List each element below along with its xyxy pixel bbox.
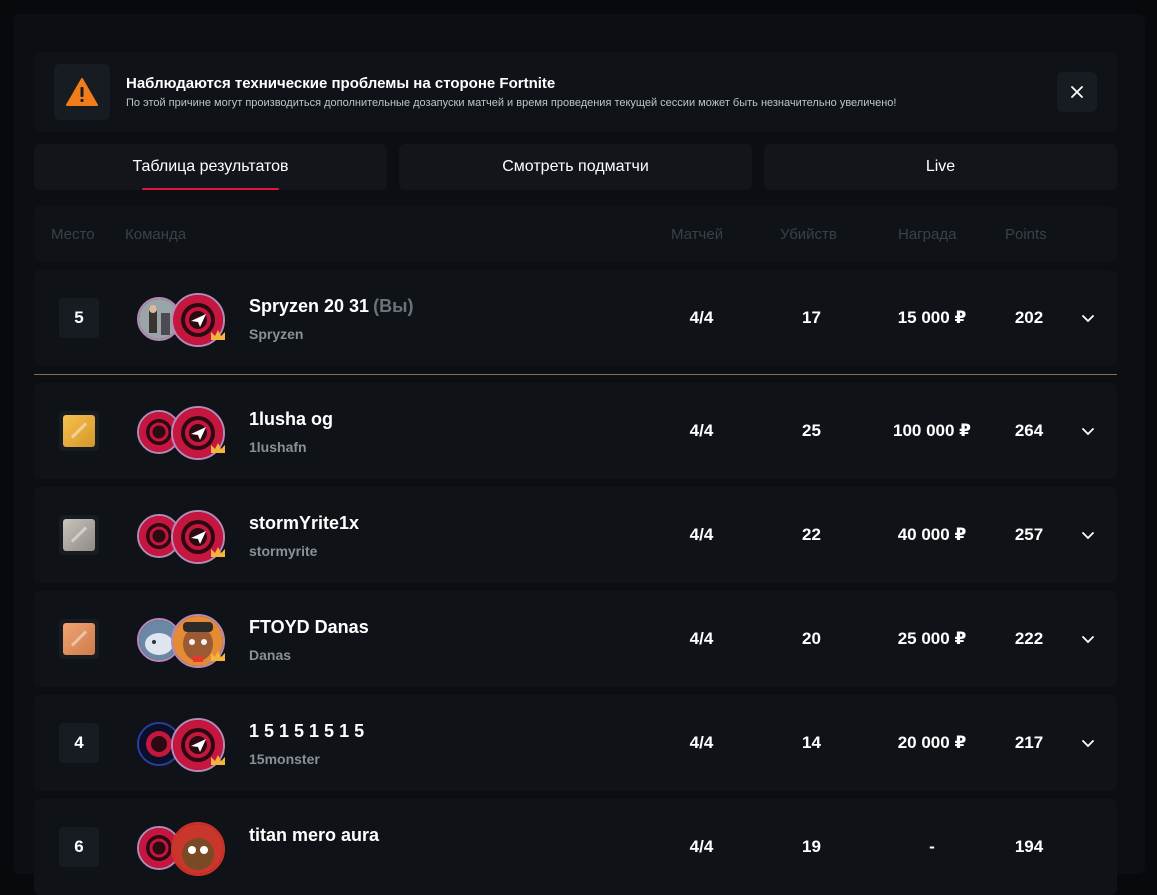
- prize-value: 100 000 ₽: [892, 421, 971, 440]
- team-avatars: [137, 293, 237, 347]
- gold-medal-icon: [63, 415, 95, 447]
- tab-live[interactable]: Live: [764, 144, 1117, 190]
- kills-value: 14: [802, 733, 821, 752]
- tab-results-label: Таблица результатов: [132, 158, 289, 175]
- rank-badge: 4: [59, 723, 99, 763]
- matches-value: 4/4: [689, 629, 714, 648]
- team-name-text: Spryzen 20 31: [249, 296, 370, 316]
- kills-value: 25: [802, 421, 821, 440]
- team-avatars: [137, 614, 237, 668]
- tab-submatches[interactable]: Смотреть подматчи: [399, 144, 752, 190]
- header-kills: Убийств: [780, 226, 837, 243]
- prize-value: 20 000 ₽: [897, 733, 967, 752]
- header-points: Points: [1005, 226, 1047, 243]
- chevron-down-icon[interactable]: [1080, 631, 1096, 647]
- crown-icon: [211, 651, 225, 661]
- my-team-row[interactable]: 5 Spryzen 20 31 (Вы) Spryzen 4/4 17 15 00…: [34, 270, 1117, 366]
- chevron-down-icon[interactable]: [1080, 423, 1096, 439]
- points-value: 217: [1014, 733, 1044, 752]
- alert-text: По этой причине могут производиться допо…: [126, 97, 897, 109]
- header-place: Место: [51, 226, 95, 243]
- crown-icon: [211, 443, 225, 453]
- alert-banner: Наблюдаются технические проблемы на стор…: [34, 52, 1117, 132]
- divider: [34, 374, 1117, 375]
- bronze-medal-icon: [63, 623, 95, 655]
- close-icon: [1071, 86, 1083, 98]
- rank-badge: [59, 619, 99, 659]
- matches-value: 4/4: [689, 421, 714, 440]
- rank-badge: [59, 411, 99, 451]
- tab-results[interactable]: Таблица результатов: [34, 144, 387, 190]
- matches-value: 4/4: [689, 308, 714, 327]
- rank-badge: [59, 515, 99, 555]
- team-avatars: [137, 406, 237, 460]
- header-team: Команда: [125, 226, 187, 243]
- kills-value: 19: [802, 837, 821, 856]
- kills-value: 17: [802, 308, 821, 327]
- header-prize: Награда: [898, 226, 957, 243]
- table-row[interactable]: 6 titan mero aura 4/4 19 - 194: [34, 799, 1117, 895]
- table-header: Место Команда Матчей Убийств Награда Poi…: [34, 206, 1117, 262]
- matches-value: 4/4: [689, 837, 714, 856]
- chevron-down-icon[interactable]: [1080, 735, 1096, 751]
- prize-value: 40 000 ₽: [897, 525, 967, 544]
- points-value: 194: [1014, 837, 1044, 856]
- team-player: stormyrite: [249, 543, 318, 559]
- silver-medal-icon: [63, 519, 95, 551]
- warning-icon: [54, 64, 110, 120]
- points-value: 257: [1014, 525, 1044, 544]
- table-row[interactable]: 1lusha og 1lushafn 4/4 25 100 000 ₽ 264: [34, 383, 1117, 479]
- rank-badge: 5: [59, 298, 99, 338]
- team-name: titan mero aura: [249, 825, 380, 845]
- prize-value: 15 000 ₽: [897, 308, 967, 327]
- alert-title: Наблюдаются технические проблемы на стор…: [126, 75, 556, 92]
- kills-value: 22: [802, 525, 821, 544]
- team-name: Spryzen 20 31 (Вы): [249, 296, 413, 317]
- team-name: FTOYD Danas: [249, 617, 369, 637]
- matches-value: 4/4: [689, 733, 714, 752]
- team-name: stormYrite1x: [249, 513, 360, 533]
- chevron-down-icon[interactable]: [1080, 527, 1096, 543]
- rank-badge: 6: [59, 827, 99, 867]
- team-player: 1lushafn: [249, 439, 307, 455]
- team-avatars: [137, 510, 237, 564]
- team-player: 15monster: [249, 751, 320, 767]
- team-avatars: [137, 718, 237, 772]
- prize-value: -: [929, 837, 935, 856]
- tab-live-label: Live: [925, 158, 956, 175]
- you-tag: (Вы): [373, 296, 414, 316]
- crown-icon: [211, 755, 225, 765]
- points-value: 202: [1014, 308, 1044, 327]
- points-value: 264: [1014, 421, 1044, 440]
- crown-icon: [211, 547, 225, 557]
- matches-value: 4/4: [689, 525, 714, 544]
- team-player: Spryzen: [249, 326, 304, 342]
- avatar: [171, 822, 225, 876]
- chevron-down-icon[interactable]: [1080, 310, 1096, 326]
- tab-submatches-label: Смотреть подматчи: [502, 158, 649, 175]
- table-row[interactable]: stormYrite1x stormyrite 4/4 22 40 000 ₽ …: [34, 487, 1117, 583]
- table-row[interactable]: 4 1 5 1 5 1 5 1 5 15monster 4/4 14 20 00…: [34, 695, 1117, 791]
- alert-close-button[interactable]: [1057, 72, 1097, 112]
- team-player: Danas: [249, 647, 292, 663]
- team-avatars: [137, 822, 237, 876]
- header-matches: Матчей: [671, 226, 724, 243]
- prize-value: 25 000 ₽: [897, 629, 967, 648]
- kills-value: 20: [802, 629, 821, 648]
- table-row[interactable]: FTOYD Danas Danas 4/4 20 25 000 ₽ 222: [34, 591, 1117, 687]
- crown-icon: [211, 330, 225, 340]
- points-value: 222: [1014, 629, 1044, 648]
- team-name: 1 5 1 5 1 5 1 5: [249, 721, 365, 741]
- team-name: 1lusha og: [249, 409, 334, 429]
